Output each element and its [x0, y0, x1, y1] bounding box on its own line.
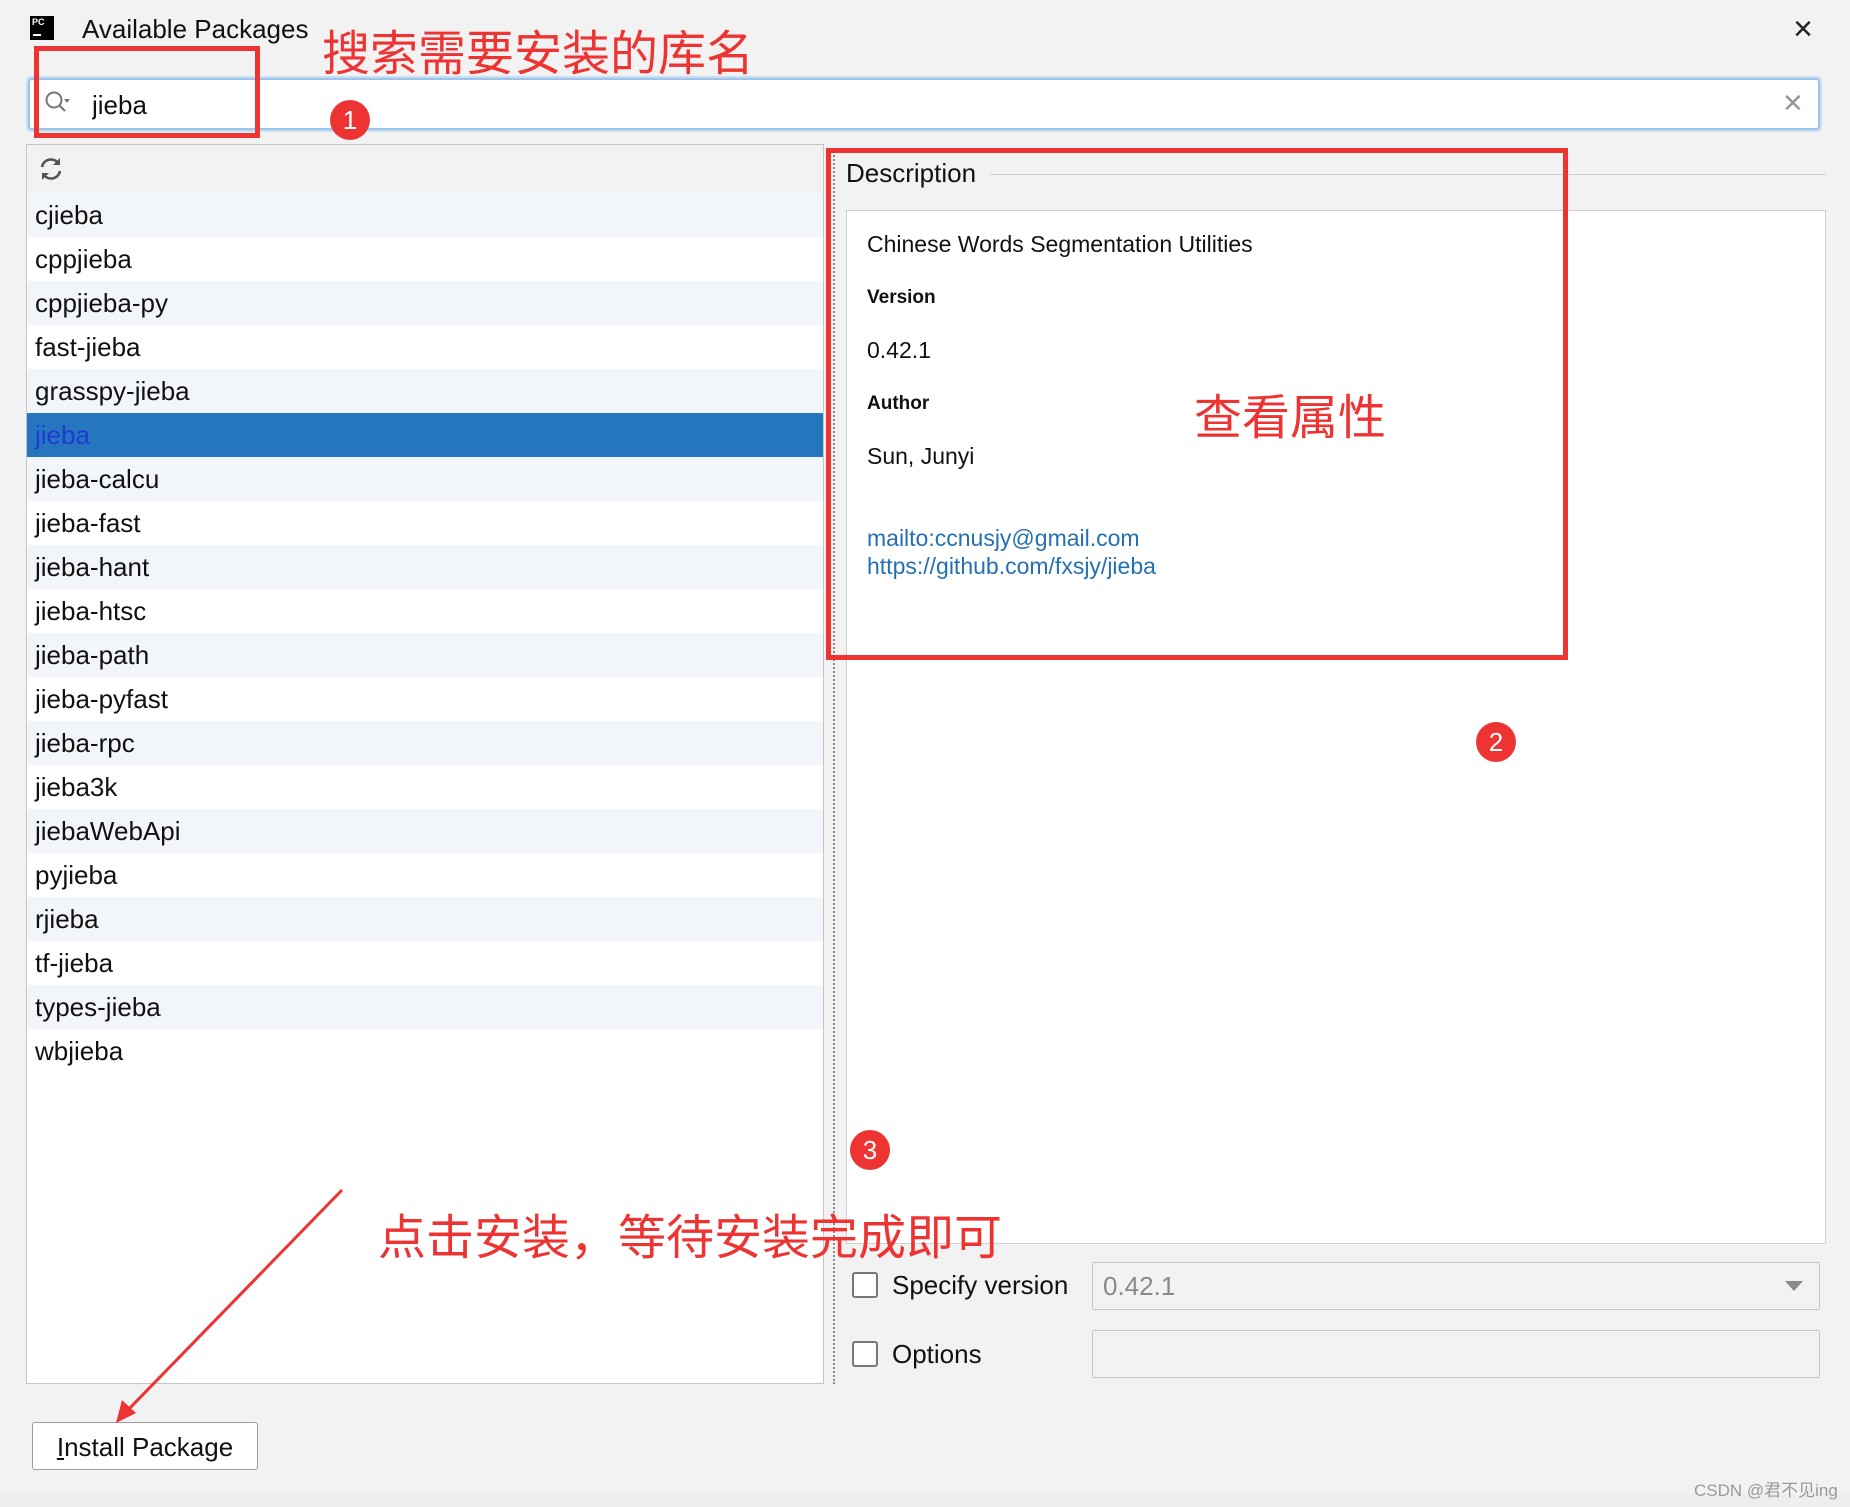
version-dropdown[interactable]: 0.42.1 [1092, 1262, 1820, 1310]
package-list-item[interactable]: jiebaWebApi [27, 809, 823, 853]
package-list-item[interactable]: jieba-hant [27, 545, 823, 589]
annotation-badge-3: 3 [850, 1130, 890, 1170]
install-package-button[interactable]: Install Package [32, 1422, 258, 1470]
annotation-badge-2: 2 [1476, 722, 1516, 762]
options-input[interactable] [1092, 1330, 1820, 1378]
options-label[interactable]: Options [892, 1339, 982, 1370]
refresh-icon[interactable] [37, 155, 65, 183]
annotation-text-search: 搜索需要安装的库名 [322, 26, 755, 82]
package-list-item[interactable]: cppjieba-py [27, 281, 823, 325]
search-field[interactable]: ✕ [28, 78, 1820, 130]
annotation-badge-1: 1 [330, 100, 370, 140]
window-title: Available Packages [82, 14, 309, 44]
package-list-item[interactable]: rjieba [27, 897, 823, 941]
package-list: cjieba cppjieba cppjieba-py fast-jieba grass… [27, 193, 823, 1073]
title-bar: PC Available Packages × [0, 0, 1850, 68]
chevron-down-icon[interactable] [1785, 1281, 1803, 1291]
package-list-item[interactable]: types-jieba [27, 985, 823, 1029]
package-list-item[interactable]: cjieba [27, 193, 823, 237]
package-list-item[interactable]: jieba-htsc [27, 589, 823, 633]
package-list-item[interactable]: jieba-rpc [27, 721, 823, 765]
package-list-item[interactable]: wbjieba [27, 1029, 823, 1073]
install-label: nstall Package [64, 1432, 234, 1462]
annotation-text-properties: 查看属性 [1194, 390, 1387, 446]
package-list-item[interactable]: fast-jieba [27, 325, 823, 369]
package-list-item[interactable]: cppjieba [27, 237, 823, 281]
annotation-text-install: 点击安装，等待安装完成即可 [378, 1210, 1003, 1266]
package-list-item[interactable]: jieba-calcu [27, 457, 823, 501]
package-list-item[interactable]: pyjieba [27, 853, 823, 897]
package-list-item[interactable]: jieba-path [27, 633, 823, 677]
options-checkbox[interactable] [852, 1341, 878, 1367]
clear-icon[interactable]: ✕ [1782, 88, 1804, 119]
specify-version-checkbox[interactable] [852, 1272, 878, 1298]
annotation-box-search [34, 46, 260, 138]
pycharm-logo-icon: PC [26, 12, 58, 44]
background-window-strip [0, 1494, 1850, 1507]
install-mnemonic: I [56, 1432, 65, 1462]
package-list-item[interactable]: tf-jieba [27, 941, 823, 985]
package-list-item[interactable]: jieba-pyfast [27, 677, 823, 721]
specify-version-label[interactable]: Specify version [892, 1270, 1068, 1301]
watermark: CSDN @君不见ing [1694, 1481, 1838, 1500]
package-list-item[interactable]: jieba3k [27, 765, 823, 809]
package-list-item[interactable]: jieba-fast [27, 501, 823, 545]
version-dropdown-value: 0.42.1 [1103, 1271, 1176, 1301]
app-icon-text: PC [32, 17, 45, 27]
package-list-item[interactable]: grasspy-jieba [27, 369, 823, 413]
close-icon[interactable]: × [1786, 12, 1820, 46]
package-list-item[interactable]: jieba [27, 413, 823, 457]
package-list-toolbar [27, 145, 823, 194]
